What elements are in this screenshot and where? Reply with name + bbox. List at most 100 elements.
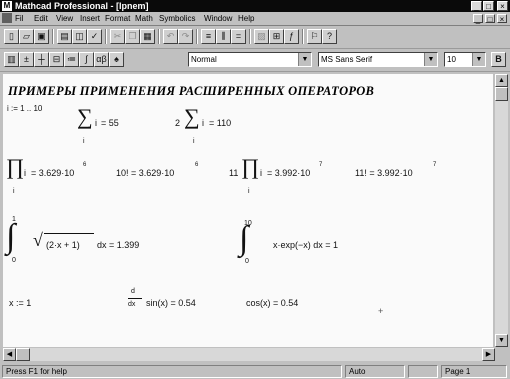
doc-restore-button[interactable]: □ xyxy=(485,14,495,24)
scroll-up-icon[interactable]: ▲ xyxy=(495,74,508,87)
cos-result[interactable]: cos(x) = 0.54 xyxy=(246,298,298,308)
product2-result[interactable]: = 3.992·10 xyxy=(267,168,310,178)
close-button[interactable]: × xyxy=(497,1,508,11)
derivative-fraction-bar xyxy=(128,298,142,299)
font-size-select[interactable]: 10 ▼ xyxy=(444,52,486,67)
integral1-symbol: ∫ xyxy=(6,218,16,255)
range-definition[interactable]: i := 1 .. 10 xyxy=(7,104,42,113)
menu-math[interactable]: Math xyxy=(135,12,153,25)
redo-icon[interactable]: ↷ xyxy=(178,29,193,44)
spell-check-icon[interactable]: ✓ xyxy=(87,29,102,44)
status-empty-pane xyxy=(408,365,438,378)
page-title: ПРИМЕРЫ ПРИМЕНЕНИЯ РАСШИРЕННЫХ ОПЕРАТОРО… xyxy=(8,84,375,98)
sum-symbol: ∑ xyxy=(77,104,93,129)
toolbar-separator xyxy=(249,29,251,44)
save-icon[interactable]: ▣ xyxy=(34,29,49,44)
sum2-result[interactable]: = 110 xyxy=(209,118,231,128)
symbolic-palette-icon[interactable]: ♠ xyxy=(109,52,124,67)
graph-palette-icon[interactable]: ┼ xyxy=(34,52,49,67)
text-cursor: + xyxy=(378,306,384,316)
matrix-palette-icon[interactable]: ⊟ xyxy=(49,52,64,67)
worksheet[interactable]: ПРИМЕРЫ ПРИМЕНЕНИЯ РАСШИРЕННЫХ ОПЕРАТОРО… xyxy=(3,74,493,347)
derivative-numerator: d xyxy=(131,288,135,295)
derivative-result[interactable]: sin(x) = 0.54 xyxy=(146,298,196,308)
horizontal-scrollbar[interactable]: ◀ ▶ xyxy=(3,348,495,361)
menu-view[interactable]: View xyxy=(56,12,73,25)
copy-icon[interactable]: ❐ xyxy=(125,29,140,44)
align-across-icon[interactable]: ≡ xyxy=(201,29,216,44)
factorial-10[interactable]: 10! = 3.629·10 xyxy=(116,168,174,178)
sum2-symbol: ∑ xyxy=(184,104,200,129)
insert-graph-icon[interactable]: ▨ xyxy=(254,29,269,44)
bold-icon[interactable]: B xyxy=(491,52,506,67)
product-index: i xyxy=(13,188,15,195)
product-symbol: ∏ xyxy=(6,154,25,179)
scroll-right-icon[interactable]: ▶ xyxy=(482,348,495,361)
maximize-button[interactable]: □ xyxy=(483,1,494,11)
doc-minimize-button[interactable]: _ xyxy=(473,14,483,24)
app-icon[interactable]: M xyxy=(2,1,12,11)
undo-icon[interactable]: ↶ xyxy=(163,29,178,44)
style-select[interactable]: Normal ▼ xyxy=(188,52,312,67)
insert-matrix-icon[interactable]: ⊞ xyxy=(269,29,284,44)
document-icon[interactable] xyxy=(2,13,12,23)
product2-coefficient: 11 xyxy=(229,168,239,178)
product2-body: i xyxy=(260,168,262,178)
toolbar-separator xyxy=(302,29,304,44)
calculus-palette-icon[interactable]: ∫ xyxy=(79,52,94,67)
sum-result[interactable]: = 55 xyxy=(101,118,119,128)
scroll-left-icon[interactable]: ◀ xyxy=(3,348,16,361)
doc-close-button[interactable]: × xyxy=(497,14,507,24)
align-down-icon[interactable]: ⫼ xyxy=(216,29,231,44)
toolbar-separator xyxy=(52,29,54,44)
font-size-value: 10 xyxy=(447,55,456,64)
evaluation-palette-icon[interactable]: ≔ xyxy=(64,52,79,67)
vertical-scroll-thumb[interactable] xyxy=(495,87,508,101)
math-palette-icon[interactable]: ▥ xyxy=(4,52,19,67)
formatting-toolbar: ▥ ± ┼ ⊟ ≔ ∫ αβ ♠ Normal ▼ MS Sans Serif … xyxy=(0,49,510,72)
cut-icon[interactable]: ✂ xyxy=(110,29,125,44)
calculator-palette-icon[interactable]: ± xyxy=(19,52,34,67)
chevron-down-icon[interactable]: ▼ xyxy=(424,53,437,66)
menu-edit[interactable]: Edit xyxy=(34,12,48,25)
status-page: Page 1 xyxy=(441,365,507,378)
x-definition[interactable]: x := 1 xyxy=(9,298,31,308)
product2-exponent: 7 xyxy=(319,162,323,168)
sum-index: i xyxy=(83,138,85,145)
factorial-11[interactable]: 11! = 3.992·10 xyxy=(355,168,413,178)
greek-palette-icon[interactable]: αβ xyxy=(94,52,109,67)
font-select-value: MS Sans Serif xyxy=(321,55,373,64)
integral1-lower-limit: 0 xyxy=(12,257,16,264)
sqrt-bar xyxy=(44,233,94,234)
chevron-down-icon[interactable]: ▼ xyxy=(298,53,311,66)
menu-insert[interactable]: Insert xyxy=(80,12,100,25)
menu-window[interactable]: Window xyxy=(204,12,232,25)
integral1-result[interactable]: dx = 1.399 xyxy=(97,240,139,250)
toolbar-separator xyxy=(158,29,160,44)
menu-help[interactable]: Help xyxy=(238,12,254,25)
integral2-result[interactable]: x·exp(−x) dx = 1 xyxy=(273,240,338,250)
menu-file[interactable]: Fil xyxy=(15,12,23,25)
help-icon[interactable]: ? xyxy=(322,29,337,44)
insert-function-icon[interactable]: ƒ xyxy=(284,29,299,44)
print-icon[interactable]: ▤ xyxy=(57,29,72,44)
title-bar: M Mathcad Professional - [Ipnem] _ □ × xyxy=(0,0,510,12)
paste-icon[interactable]: ▦ xyxy=(140,29,155,44)
horizontal-scroll-thumb[interactable] xyxy=(16,348,30,361)
print-preview-icon[interactable]: ◫ xyxy=(72,29,87,44)
status-help-text: Press F1 for help xyxy=(2,365,342,378)
minimize-button[interactable]: _ xyxy=(471,1,482,11)
menu-symbolics[interactable]: Symbolics xyxy=(159,12,195,25)
vertical-scrollbar[interactable]: ▲ ▼ xyxy=(495,74,508,347)
font-select[interactable]: MS Sans Serif ▼ xyxy=(318,52,438,67)
menu-format[interactable]: Format xyxy=(105,12,130,25)
calculate-icon[interactable]: = xyxy=(231,29,246,44)
chevron-down-icon[interactable]: ▼ xyxy=(472,53,485,66)
sum2-body: i xyxy=(202,118,204,128)
resource-center-icon[interactable]: ⚐ xyxy=(307,29,322,44)
new-document-icon[interactable]: ▯ xyxy=(4,29,19,44)
sum-body: i xyxy=(95,118,97,128)
product-result[interactable]: = 3.629·10 xyxy=(31,168,74,178)
open-folder-icon[interactable]: ▱ xyxy=(19,29,34,44)
scroll-down-icon[interactable]: ▼ xyxy=(495,334,508,347)
